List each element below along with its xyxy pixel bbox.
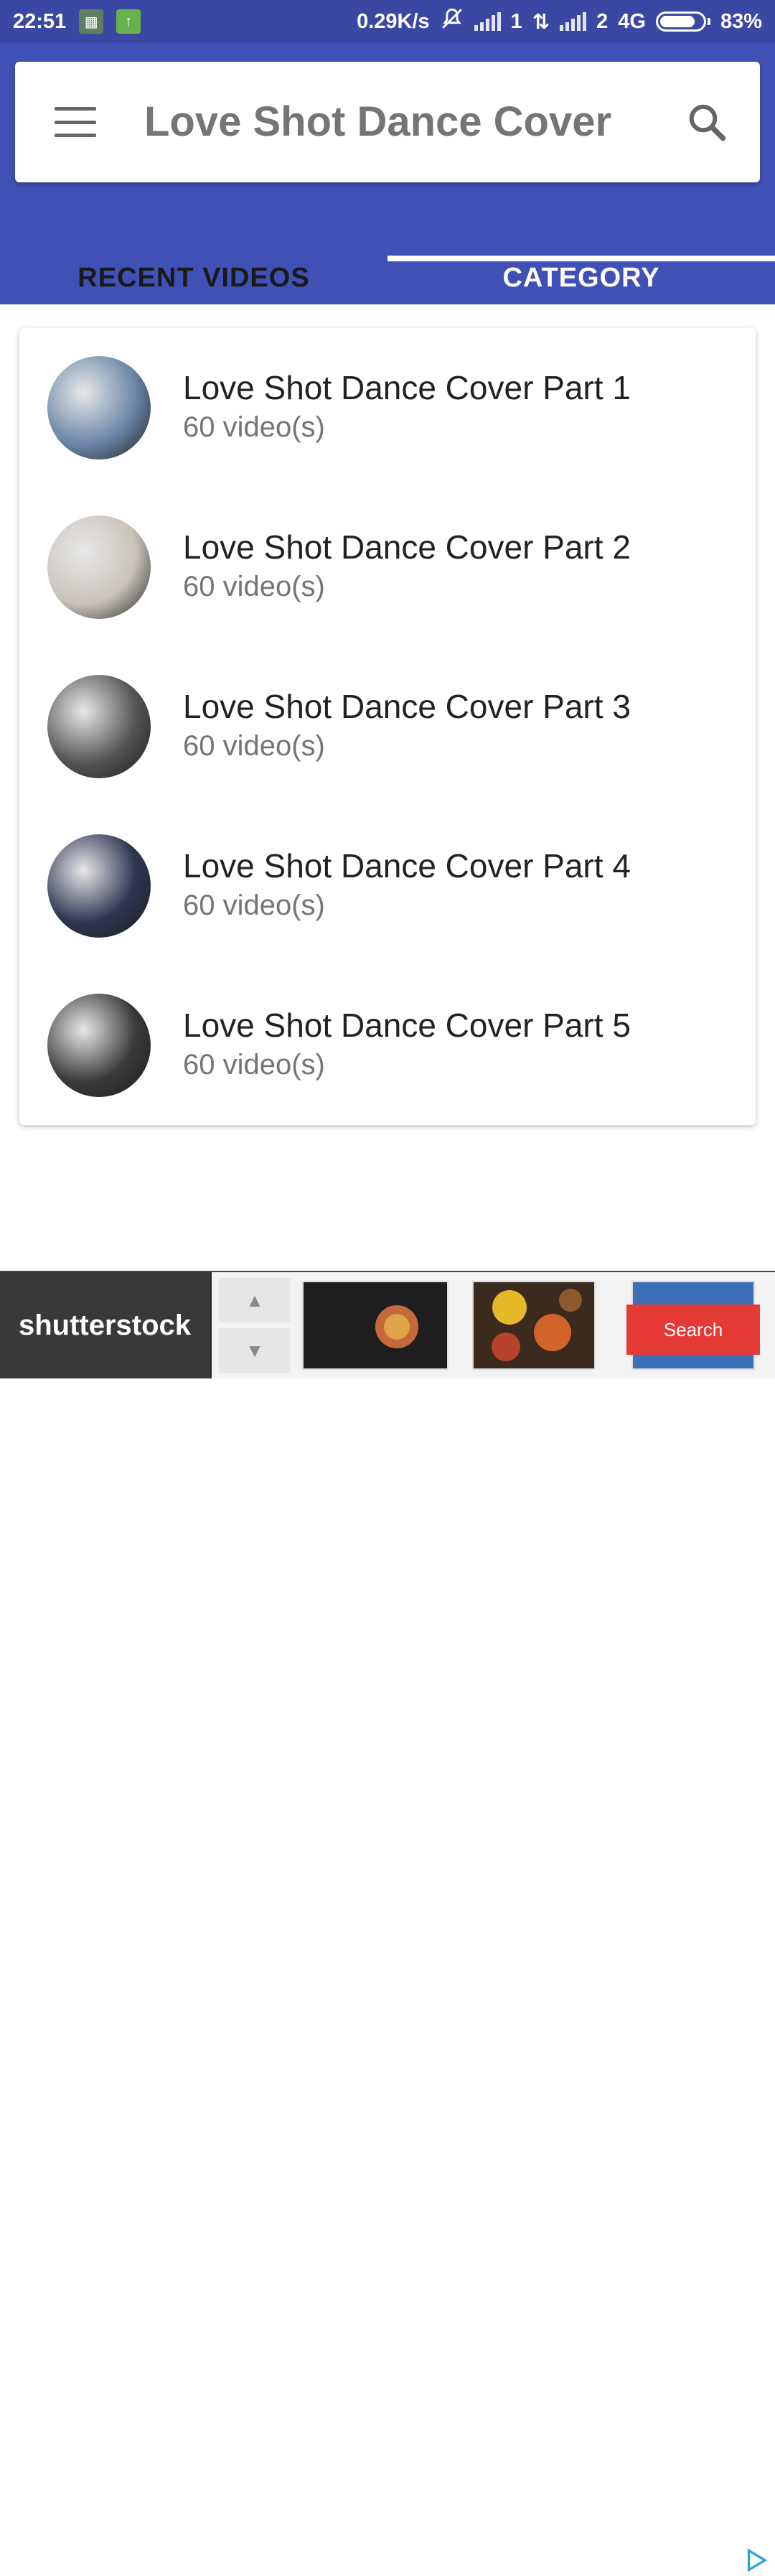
list-item[interactable]: Love Shot Dance Cover Part 2 60 video(s) bbox=[19, 487, 756, 647]
category-thumbnail bbox=[47, 356, 151, 459]
video-count: 60 video(s) bbox=[183, 1049, 325, 1081]
status-bar: 22:51 ▦ ↑ 0.29K/s 1 ⇅ 2 4G 83% bbox=[0, 0, 775, 43]
category-thumbnail bbox=[47, 994, 151, 1097]
search-icon[interactable] bbox=[685, 101, 728, 144]
sim2-label: 2 bbox=[596, 9, 609, 33]
video-count: 60 video(s) bbox=[183, 890, 325, 921]
list-item[interactable]: Love Shot Dance Cover Part 1 60 video(s) bbox=[19, 328, 756, 487]
app-title: Love Shot Dance Cover bbox=[144, 98, 612, 145]
list-item[interactable]: Love Shot Dance Cover Part 4 60 video(s) bbox=[19, 806, 756, 966]
upload-notification-icon: ↑ bbox=[116, 9, 141, 34]
ad-brand-logo[interactable]: shutterstock bbox=[0, 1272, 210, 1378]
menu-icon[interactable] bbox=[55, 107, 96, 137]
category-title: Love Shot Dance Cover Part 2 bbox=[183, 528, 631, 566]
category-title: Love Shot Dance Cover Part 1 bbox=[183, 369, 631, 406]
arrow-down-icon[interactable]: ▼ bbox=[219, 1328, 291, 1373]
category-thumbnail bbox=[47, 834, 151, 938]
category-thumbnail bbox=[47, 675, 151, 778]
list-item[interactable]: Love Shot Dance Cover Part 3 60 video(s) bbox=[19, 647, 756, 806]
net-speed: 0.29K/s bbox=[357, 9, 430, 33]
category-list: Love Shot Dance Cover Part 1 60 video(s)… bbox=[19, 328, 756, 1125]
battery-percent: 83% bbox=[720, 9, 762, 33]
app-bar: Love Shot Dance Cover RECENT VIDEOS CATE… bbox=[0, 43, 775, 304]
tab-indicator bbox=[388, 256, 775, 261]
arrow-up-icon[interactable]: ▲ bbox=[219, 1278, 291, 1322]
signal-icon-2 bbox=[560, 12, 587, 31]
video-count: 60 video(s) bbox=[183, 730, 325, 762]
search-card: Love Shot Dance Cover bbox=[15, 62, 760, 182]
tab-recent-videos[interactable]: RECENT VIDEOS bbox=[0, 251, 388, 304]
category-title: Love Shot Dance Cover Part 3 bbox=[183, 688, 631, 725]
video-count: 60 video(s) bbox=[183, 571, 325, 602]
data-arrows-icon: ⇅ bbox=[532, 10, 550, 34]
ad-search-button[interactable]: Search bbox=[626, 1305, 760, 1355]
video-count: 60 video(s) bbox=[183, 411, 325, 443]
adchoices-icon[interactable] bbox=[739, 2544, 774, 2576]
category-title: Love Shot Dance Cover Part 4 bbox=[183, 847, 631, 885]
ad-thumbnail[interactable] bbox=[302, 1281, 448, 1370]
network-type: 4G bbox=[618, 9, 646, 33]
ad-arrows: ▲ ▼ bbox=[219, 1278, 291, 1373]
battery-icon bbox=[655, 11, 710, 32]
category-title: Love Shot Dance Cover Part 5 bbox=[183, 1007, 631, 1044]
ad-thumbnail[interactable] bbox=[472, 1281, 596, 1370]
list-item[interactable]: Love Shot Dance Cover Part 5 60 video(s) bbox=[19, 966, 756, 1125]
signal-icon-1 bbox=[474, 12, 501, 31]
clock: 22:51 bbox=[13, 9, 67, 33]
category-thumbnail bbox=[47, 515, 151, 619]
sim1-label: 1 bbox=[510, 9, 522, 33]
mute-icon bbox=[440, 6, 464, 37]
bbm-notification-icon: ▦ bbox=[79, 9, 104, 34]
